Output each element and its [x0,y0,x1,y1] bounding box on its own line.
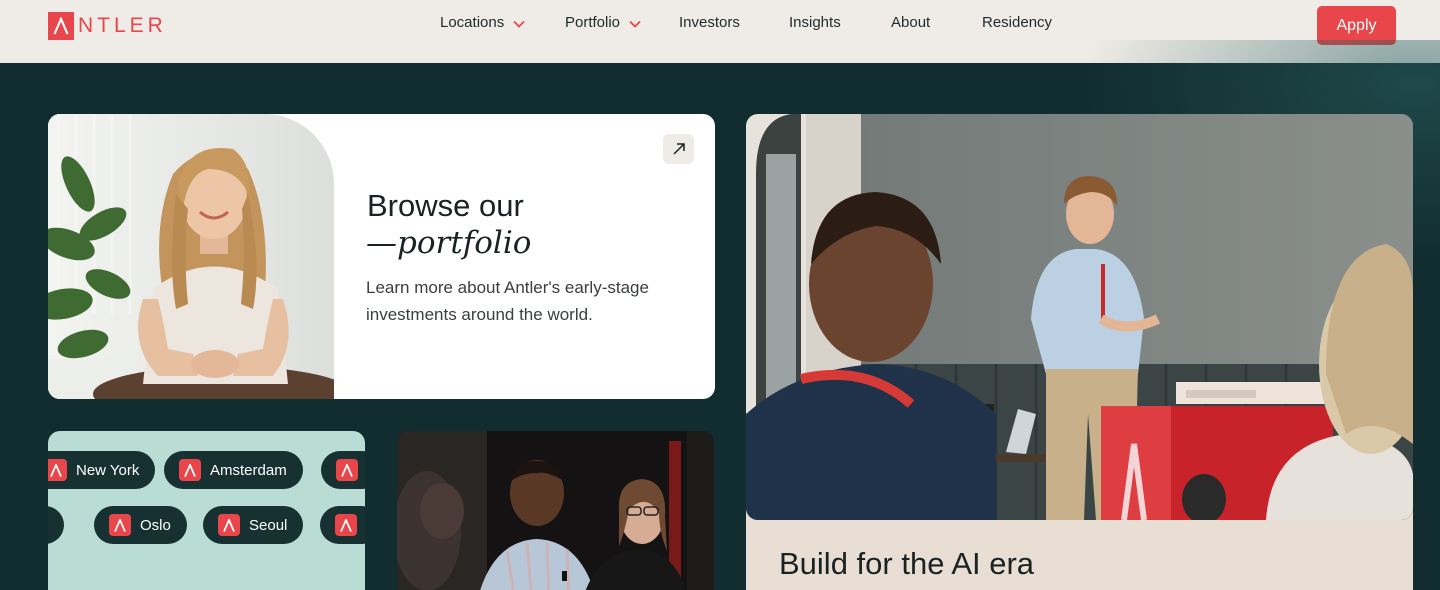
arrow-up-right-icon [672,143,685,155]
nav-item-label: Residency [982,14,1053,31]
browse-title: Browse our [367,188,524,223]
event-photo-card[interactable] [397,431,714,590]
location-pill[interactable]: Oslo [94,506,187,544]
location-pill[interactable]: Seoul [203,506,304,544]
antler-logo-mark [336,459,358,481]
antler-logo-mark [109,514,131,536]
location-pill[interactable]: on [48,506,64,544]
location-pill[interactable]: New York [48,451,156,489]
nav-item-insights[interactable]: Insights [789,14,841,31]
nav-item-label: Insights [789,14,841,31]
nav-item-label: About [891,14,931,31]
chevron-down-icon [629,20,641,28]
nav-item-portfolio[interactable]: Portfolio [565,14,641,31]
nav-item-about[interactable]: About [891,14,930,31]
location-pill-label: Seoul [249,516,288,534]
browse-description: Learn more about Antler's early-stage in… [366,278,649,324]
location-pill-label: Amsterdam [210,461,287,479]
antler-logo[interactable]: NTLER [48,12,167,40]
location-pill[interactable]: Amsterdam [164,451,303,489]
browse-title-italic: —portfolio [366,225,532,261]
nav-item-label: Locations [440,14,505,31]
antler-logo-mark [179,459,201,481]
nav-item-investors[interactable]: Investors [679,14,740,31]
open-portfolio-button[interactable] [663,134,694,164]
location-pill[interactable] [320,506,365,544]
antler-logo-mark [218,514,240,536]
location-pill[interactable] [321,451,365,489]
nav-item-label: Portfolio [565,14,621,31]
nav-item-residency[interactable]: Residency [982,14,1052,31]
nav-item-locations[interactable]: Locations [440,14,525,31]
locations-card[interactable]: New York Amsterdam on Oslo Seoul [48,431,365,590]
speaker-presentation-photo [746,114,1413,520]
antler-logo-mark [335,514,357,536]
antler-logo-mark [48,459,67,481]
portfolio-founder-photo [48,114,334,399]
location-pill-label: Oslo [140,516,171,534]
antler-logo-mark [48,12,74,40]
browse-portfolio-card[interactable]: Browse our —portfolio Learn more about A… [48,114,715,399]
ai-era-title: Build for the AI era [779,546,1035,581]
chevron-down-icon [513,20,525,28]
ai-era-feature-card[interactable]: Build for the AI era [746,114,1413,590]
event-panel-photo [397,431,714,590]
location-pill-label: New York [76,461,140,479]
nav-item-label: Investors [679,14,740,31]
logo-text: NTLER [78,14,167,37]
